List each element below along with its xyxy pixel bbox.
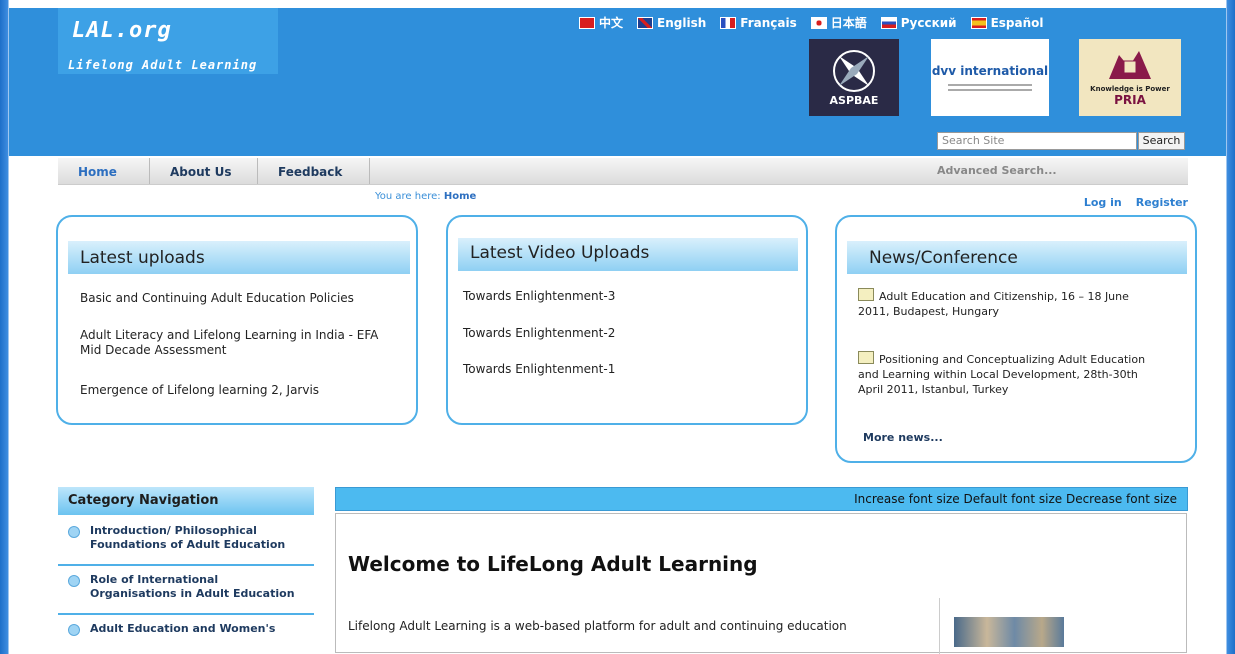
site-header: LAL.org Lifelong Adult Learning 中文 Engli… bbox=[9, 8, 1226, 156]
nav-about-us[interactable]: About Us bbox=[150, 158, 258, 184]
nav-feedback[interactable]: Feedback bbox=[258, 158, 370, 184]
advanced-search-link[interactable]: Advanced Search... bbox=[937, 164, 1057, 177]
dvv-international-logo[interactable]: dvv international bbox=[931, 39, 1049, 116]
more-news-link[interactable]: More news... bbox=[863, 430, 943, 445]
news-conference-box: News/Conference Adult Education and Citi… bbox=[835, 215, 1197, 463]
news-item[interactable]: Adult Education and Citizenship, 16 – 18… bbox=[858, 288, 1129, 319]
nav-home[interactable]: Home bbox=[58, 158, 150, 184]
register-link[interactable]: Register bbox=[1136, 196, 1188, 209]
news-item-text: Adult Education and Citizenship, 16 – 18… bbox=[879, 290, 1129, 303]
aspbae-logo[interactable]: ASPBAE bbox=[809, 39, 899, 116]
aspbae-label: ASPBAE bbox=[829, 94, 879, 107]
upload-item[interactable]: Emergence of Lifelong learning 2, Jarvis bbox=[80, 383, 319, 398]
dvv-subtext-lines bbox=[948, 84, 1032, 86]
breadcrumb-prefix: You are here: bbox=[375, 191, 441, 202]
spain-flag-icon bbox=[970, 16, 987, 29]
lang-label: 日本語 bbox=[830, 16, 867, 30]
news-item-line: and Learning within Local Development, 2… bbox=[858, 368, 1138, 381]
increase-font-link[interactable]: Increase font size bbox=[854, 492, 960, 506]
news-title: News/Conference bbox=[847, 241, 1187, 274]
intro-paragraph: Lifelong Adult Learning is a web-based p… bbox=[348, 619, 847, 633]
news-item-line: April 2011, Istanbul, Turkey bbox=[858, 383, 1009, 396]
france-flag-icon bbox=[720, 16, 737, 29]
lang-label: Русский bbox=[900, 15, 957, 30]
japan-flag-icon bbox=[810, 16, 827, 29]
lang-japanese[interactable]: 日本語 bbox=[810, 14, 867, 31]
upload-item[interactable]: Basic and Continuing Adult Education Pol… bbox=[80, 291, 354, 306]
latest-uploads-box: Latest uploads Basic and Continuing Adul… bbox=[56, 215, 418, 425]
category-item[interactable]: Role of International Organisations in A… bbox=[58, 573, 314, 615]
category-nav-title: Category Navigation bbox=[58, 487, 314, 515]
page-title: Welcome to LifeLong Adult Learning bbox=[348, 552, 758, 576]
upload-item-line: Adult Literacy and Lifelong Learning in … bbox=[80, 328, 379, 342]
pria-label: PRIA bbox=[1114, 92, 1146, 107]
dvv-subtext-lines bbox=[948, 89, 1032, 91]
pria-logo[interactable]: Knowledge is Power PRIA bbox=[1079, 39, 1181, 116]
compass-icon bbox=[833, 50, 875, 92]
news-icon bbox=[858, 288, 874, 301]
lang-french[interactable]: Français bbox=[720, 14, 797, 31]
pria-tagline: Knowledge is Power bbox=[1090, 84, 1170, 93]
category-item-line: Adult Education and Women's bbox=[90, 622, 276, 635]
main-content: Welcome to LifeLong Adult Learning Lifel… bbox=[335, 513, 1187, 654]
search-button[interactable]: Search bbox=[1138, 132, 1185, 150]
category-item-line: Foundations of Adult Education bbox=[90, 538, 286, 551]
lang-label: Español bbox=[990, 15, 1044, 30]
auth-links: Log in Register bbox=[1084, 196, 1188, 209]
search-input[interactable]: Search Site bbox=[937, 132, 1137, 150]
content-divider bbox=[939, 598, 940, 654]
lang-chinese[interactable]: 中文 bbox=[579, 14, 623, 31]
russia-flag-icon bbox=[880, 16, 897, 29]
dvv-label: dvv international bbox=[931, 64, 1049, 78]
latest-video-title: Latest Video Uploads bbox=[458, 238, 798, 271]
uk-flag-icon bbox=[637, 16, 654, 29]
news-item-line: Positioning and Conceptualizing Adult Ed… bbox=[858, 351, 1145, 367]
category-item-line: Organisations in Adult Education bbox=[90, 587, 295, 600]
video-item[interactable]: Towards Enlightenment-2 bbox=[463, 326, 615, 341]
default-font-link[interactable]: Default font size bbox=[964, 492, 1063, 506]
category-item-line: Role of International bbox=[90, 573, 219, 586]
upload-item-line: Mid Decade Assessment bbox=[80, 343, 227, 357]
video-item[interactable]: Towards Enlightenment-1 bbox=[463, 362, 615, 377]
category-item[interactable]: Adult Education and Women's bbox=[58, 622, 314, 638]
main-nav: Home About Us Feedback Advanced Search..… bbox=[58, 158, 1188, 185]
pria-emblem-icon bbox=[1109, 50, 1151, 79]
logo-tagline: Lifelong Adult Learning bbox=[68, 58, 258, 72]
latest-video-box: Latest Video Uploads Towards Enlightenme… bbox=[446, 215, 808, 425]
page: LAL.org Lifelong Adult Learning 中文 Engli… bbox=[9, 0, 1226, 654]
news-icon bbox=[858, 351, 874, 364]
logo-mark: LAL.org bbox=[72, 18, 172, 43]
chevron-right-icon bbox=[68, 624, 80, 636]
latest-uploads-title: Latest uploads bbox=[68, 241, 410, 274]
site-logo[interactable]: LAL.org Lifelong Adult Learning bbox=[58, 8, 278, 74]
lang-russian[interactable]: Русский bbox=[880, 14, 957, 31]
lang-spanish[interactable]: Español bbox=[970, 14, 1044, 31]
china-flag-icon bbox=[579, 16, 595, 29]
lang-label: English bbox=[657, 15, 707, 30]
chevron-right-icon bbox=[68, 526, 80, 538]
breadcrumb: You are here: Home bbox=[375, 191, 476, 202]
category-item-line: Introduction/ Philosophical bbox=[90, 524, 257, 537]
chevron-right-icon bbox=[68, 575, 80, 587]
decrease-font-link[interactable]: Decrease font size bbox=[1066, 492, 1177, 506]
news-item-text: Positioning and Conceptualizing Adult Ed… bbox=[879, 353, 1146, 366]
category-item[interactable]: Introduction/ Philosophical Foundations … bbox=[58, 524, 314, 566]
language-selector: 中文 English Français 日本語 Русский Español bbox=[579, 14, 1044, 31]
video-item[interactable]: Towards Enlightenment-3 bbox=[463, 289, 615, 304]
featured-image[interactable] bbox=[954, 617, 1064, 647]
news-item-line: Adult Education and Citizenship, 16 – 18… bbox=[858, 288, 1129, 304]
news-item[interactable]: Positioning and Conceptualizing Adult Ed… bbox=[858, 351, 1145, 397]
upload-item[interactable]: Adult Literacy and Lifelong Learning in … bbox=[80, 328, 378, 358]
breadcrumb-home[interactable]: Home bbox=[444, 191, 476, 202]
font-size-bar: Increase font size Default font size Dec… bbox=[335, 487, 1188, 511]
lang-label: Français bbox=[740, 15, 797, 30]
login-link[interactable]: Log in bbox=[1084, 196, 1122, 209]
lang-english[interactable]: English bbox=[637, 14, 706, 31]
news-item-line: 2011, Budapest, Hungary bbox=[858, 305, 999, 318]
lang-label: 中文 bbox=[599, 16, 624, 30]
